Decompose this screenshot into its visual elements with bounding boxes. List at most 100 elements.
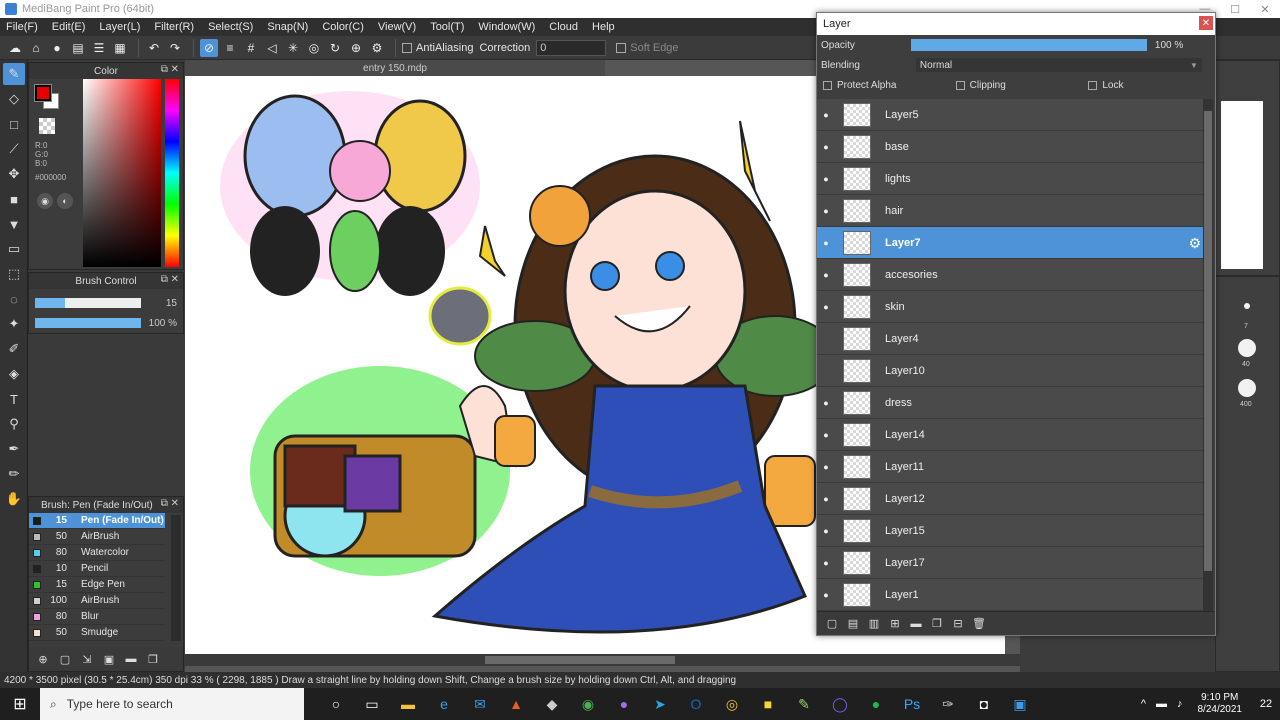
- menu-filter[interactable]: Filter(R): [154, 21, 194, 33]
- hue-slider[interactable]: [165, 79, 179, 267]
- app-icon-1[interactable]: ◆: [539, 691, 565, 717]
- brush-size-dot-small[interactable]: [1244, 303, 1250, 309]
- shape-tool-icon[interactable]: □: [3, 113, 25, 135]
- snap-curve-icon[interactable]: ↻: [326, 39, 344, 57]
- network-icon[interactable]: ▬: [1156, 698, 1167, 710]
- layer-row[interactable]: ● Layer15: [817, 515, 1205, 547]
- protect-alpha-checkbox[interactable]: Protect Alpha: [823, 80, 950, 91]
- layer-row[interactable]: ● Layer1: [817, 579, 1205, 611]
- merge-down-icon[interactable]: ⊟: [949, 615, 967, 633]
- layer-opacity-slider[interactable]: [910, 39, 1147, 51]
- operation-tool-icon[interactable]: ⚲: [3, 413, 25, 435]
- visibility-toggle-icon[interactable]: ●: [817, 131, 835, 163]
- antialiasing-checkbox[interactable]: [402, 42, 412, 53]
- spotify-icon[interactable]: ●: [863, 691, 889, 717]
- magic-wand-icon[interactable]: ✦: [3, 313, 25, 335]
- start-button[interactable]: ⊞: [0, 688, 40, 720]
- select-pen-icon[interactable]: ✐: [3, 338, 25, 360]
- visibility-toggle-icon[interactable]: ●: [817, 195, 835, 227]
- fill-rect-tool-icon[interactable]: ■: [3, 188, 25, 210]
- menu-snap[interactable]: Snap(N): [267, 21, 308, 33]
- brush-item[interactable]: 80 Blur: [29, 609, 165, 625]
- snap-perspective-icon[interactable]: ◁: [263, 39, 281, 57]
- list-icon[interactable]: ☰: [90, 39, 108, 57]
- layer-window-close-button[interactable]: ✕: [1199, 16, 1213, 30]
- menu-layer[interactable]: Layer(L): [99, 21, 140, 33]
- app-icon-4[interactable]: ✑: [935, 691, 961, 717]
- layer-row[interactable]: ● Layer7 ⚙: [817, 227, 1205, 259]
- layer-row[interactable]: ● Layer14: [817, 419, 1205, 451]
- messenger-icon[interactable]: ●: [611, 691, 637, 717]
- brush-folder-icon[interactable]: ▬: [123, 651, 139, 667]
- foreground-color-swatch[interactable]: [34, 84, 52, 102]
- brush-size-value[interactable]: 15: [147, 298, 177, 309]
- menu-file[interactable]: File(F): [6, 21, 38, 33]
- app-icon-3[interactable]: ✎: [791, 691, 817, 717]
- brush-copy-icon[interactable]: ▣: [101, 651, 117, 667]
- layer-row[interactable]: ● base: [817, 131, 1205, 163]
- cloud-icon[interactable]: ☁: [6, 39, 24, 57]
- add-layer-menu-icon[interactable]: ⊞: [886, 615, 904, 633]
- new-halftone-layer-icon[interactable]: ▤: [844, 615, 862, 633]
- brush-list-scrollbar[interactable]: [171, 515, 181, 641]
- brush-opacity-slider[interactable]: [35, 318, 141, 328]
- layer-row[interactable]: ● hair: [817, 195, 1205, 227]
- document-tab[interactable]: entry 150.mdp: [185, 60, 605, 76]
- line-tool-icon[interactable]: ⟋: [3, 138, 25, 160]
- undo-icon[interactable]: ↶: [145, 39, 163, 57]
- select-tool-icon[interactable]: ⬚: [3, 263, 25, 285]
- edge-icon[interactable]: e: [431, 691, 457, 717]
- visibility-toggle-icon[interactable]: [817, 355, 835, 387]
- text-tool-icon[interactable]: T: [3, 388, 25, 410]
- panel-controls[interactable]: ⧉ ✕: [161, 64, 179, 75]
- layer-row[interactable]: ● dress: [817, 387, 1205, 419]
- menu-window[interactable]: Window(W): [478, 21, 535, 33]
- layer-row[interactable]: ● Layer17: [817, 547, 1205, 579]
- visibility-toggle-icon[interactable]: ●: [817, 227, 835, 259]
- snap-parallel-icon[interactable]: ≡: [221, 39, 239, 57]
- layer-scroll-thumb[interactable]: [1204, 111, 1212, 571]
- cortana-icon[interactable]: ○: [323, 691, 349, 717]
- maximize-button[interactable]: ☐: [1220, 3, 1250, 16]
- visibility-toggle-icon[interactable]: [817, 323, 835, 355]
- photoshop-icon[interactable]: Ps: [899, 691, 925, 717]
- visibility-toggle-icon[interactable]: ●: [817, 419, 835, 451]
- layer-row[interactable]: ● Layer12: [817, 483, 1205, 515]
- palette-icon[interactable]: ◐: [57, 193, 73, 209]
- delete-layer-icon[interactable]: 🗑: [970, 615, 988, 633]
- soft-edge-checkbox[interactable]: [616, 42, 627, 53]
- color-wheel-icon[interactable]: ◉: [37, 193, 53, 209]
- snap-off-icon[interactable]: ⊘: [200, 38, 218, 57]
- taskbar-search[interactable]: ⌕ Type here to search: [40, 688, 304, 720]
- menu-help[interactable]: Help: [592, 21, 615, 33]
- visibility-toggle-icon[interactable]: ●: [817, 547, 835, 579]
- brush-item[interactable]: 80 Watercolor: [29, 545, 165, 561]
- duplicate-layer-icon[interactable]: ❐: [928, 615, 946, 633]
- layer-settings-gear-icon[interactable]: ⚙: [1188, 235, 1201, 252]
- bucket-tool-icon[interactable]: ▼: [3, 213, 25, 235]
- snap-center-icon[interactable]: ⊕: [347, 39, 365, 57]
- canvas-horizontal-scrollbar[interactable]: [185, 654, 1020, 666]
- file-explorer-icon[interactable]: ▬: [395, 691, 421, 717]
- sticky-notes-icon[interactable]: ■: [755, 691, 781, 717]
- menu-select[interactable]: Select(S): [208, 21, 253, 33]
- brush-size-dot-large[interactable]: [1238, 379, 1256, 397]
- snap-grid-icon[interactable]: #: [242, 39, 260, 57]
- menu-cloud[interactable]: Cloud: [549, 21, 578, 33]
- layer-row[interactable]: ● skin: [817, 291, 1205, 323]
- close-button[interactable]: ✕: [1250, 3, 1280, 16]
- settings-icon[interactable]: ⚙: [368, 39, 386, 57]
- visibility-toggle-icon[interactable]: ●: [817, 515, 835, 547]
- visibility-toggle-icon[interactable]: ●: [817, 387, 835, 419]
- volume-icon[interactable]: ♪: [1177, 698, 1183, 710]
- app-icon-2[interactable]: ◎: [719, 691, 745, 717]
- brush-item[interactable]: 10 Pencil: [29, 561, 165, 577]
- eyedropper-icon[interactable]: ✒: [3, 438, 25, 460]
- visibility-toggle-icon[interactable]: ●: [817, 259, 835, 291]
- layer-row[interactable]: ● accesories: [817, 259, 1205, 291]
- brave-icon[interactable]: ▲: [503, 691, 529, 717]
- visibility-toggle-icon[interactable]: ●: [817, 451, 835, 483]
- app-icon-5[interactable]: ▣: [1007, 691, 1033, 717]
- layout-icon[interactable]: ▤: [69, 39, 87, 57]
- save-icon[interactable]: ⌂: [27, 39, 45, 57]
